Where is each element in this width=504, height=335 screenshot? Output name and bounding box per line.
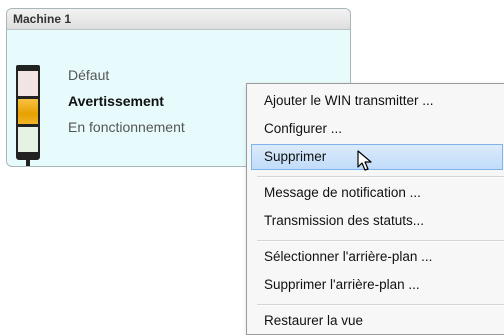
tower-base (16, 152, 40, 160)
menu-item-status-transmission[interactable]: Transmission des statuts... (251, 208, 503, 234)
menu-separator (257, 240, 504, 242)
menu-item-notification-message[interactable]: Message de notification ... (251, 180, 503, 206)
status-running-label: En fonctionnement (68, 119, 185, 135)
menu-item-configure[interactable]: Configurer ... (251, 116, 503, 142)
signal-tower-icon (16, 65, 40, 166)
status-warning-label: Avertissement (68, 93, 164, 109)
panel-title: Machine 1 (7, 9, 350, 30)
menu-separator (257, 304, 504, 306)
menu-item-add-win-transmitter[interactable]: Ajouter le WIN transmitter ... (251, 88, 503, 114)
menu-separator (257, 176, 504, 178)
tower-light-fault (16, 71, 40, 96)
mouse-pointer-icon (357, 150, 372, 171)
tower-light-warning (16, 99, 40, 124)
tower-pole (26, 160, 30, 166)
menu-item-select-background[interactable]: Sélectionner l'arrière-plan ... (251, 244, 503, 270)
menu-item-restore-view[interactable]: Restaurer la vue (251, 308, 503, 334)
status-fault-label: Défaut (68, 67, 110, 83)
tower-light-running (16, 127, 40, 152)
menu-item-delete[interactable]: Supprimer (251, 144, 503, 170)
context-menu: Ajouter le WIN transmitter ... Configure… (246, 83, 504, 335)
menu-item-remove-background[interactable]: Supprimer l'arrière-plan ... (251, 272, 503, 298)
